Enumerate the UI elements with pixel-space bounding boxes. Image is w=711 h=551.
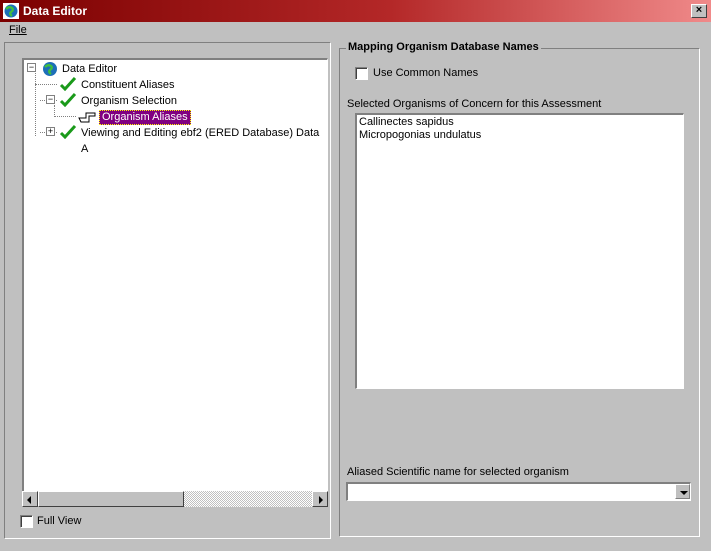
- checkmark-icon: [59, 77, 77, 91]
- combo-dropdown-button[interactable]: [675, 484, 690, 499]
- arrow-right-icon: [319, 496, 323, 504]
- tree-connector: [35, 84, 57, 85]
- mapping-group-title: Mapping Organism Database Names: [346, 41, 541, 53]
- menu-file[interactable]: File: [9, 24, 27, 36]
- pointing-hand-icon: [78, 112, 96, 123]
- list-item[interactable]: Callinectes sapidus: [359, 116, 681, 129]
- expand-viewing-editing-icon[interactable]: +: [46, 127, 55, 136]
- chevron-down-icon: [680, 491, 688, 495]
- left-panel: − Data Editor Constituent Aliases − Orga…: [4, 42, 331, 539]
- use-common-names-checkbox[interactable]: [355, 67, 368, 80]
- title-bar: Data Editor ×: [0, 0, 711, 22]
- tree-item-viewing-editing[interactable]: Viewing and Editing ebf2 (ERED Database)…: [81, 125, 327, 157]
- tree-connector: [35, 73, 36, 136]
- tree-root-label[interactable]: Data Editor: [62, 61, 117, 77]
- scroll-right-button[interactable]: [312, 491, 328, 507]
- list-item[interactable]: Micropogonias undulatus: [359, 129, 681, 142]
- window-title: Data Editor: [23, 4, 88, 18]
- close-icon: ×: [695, 4, 703, 16]
- tree-item-organism-aliases[interactable]: Organism Aliases: [99, 110, 191, 125]
- data-editor-globe-icon: [43, 62, 57, 76]
- full-view-label: Full View: [37, 515, 82, 527]
- tree-view[interactable]: − Data Editor Constituent Aliases − Orga…: [22, 58, 328, 507]
- checkmark-icon: [59, 93, 77, 107]
- selected-organisms-label: Selected Organisms of Concern for this A…: [347, 98, 602, 110]
- use-common-names-label: Use Common Names: [373, 67, 479, 79]
- arrow-left-icon: [27, 496, 31, 504]
- menu-bar: File: [0, 22, 711, 40]
- scroll-left-button[interactable]: [22, 491, 38, 507]
- aliased-name-combobox[interactable]: [346, 482, 691, 501]
- aliased-name-label: Aliased Scientific name for selected org…: [347, 466, 569, 478]
- close-button[interactable]: ×: [691, 4, 707, 18]
- selected-organisms-list[interactable]: Callinectes sapidus Micropogonias undula…: [355, 113, 684, 389]
- collapse-organism-selection-icon[interactable]: −: [46, 95, 55, 104]
- scroll-thumb[interactable]: [38, 491, 184, 507]
- app-globe-icon: [3, 3, 19, 19]
- tree-horizontal-scrollbar[interactable]: [22, 491, 328, 507]
- tree-item-constituent-aliases[interactable]: Constituent Aliases: [81, 77, 175, 93]
- full-view-checkbox[interactable]: [20, 515, 33, 528]
- tree-connector: [54, 116, 76, 117]
- checkmark-icon: [59, 125, 77, 139]
- collapse-root-icon[interactable]: −: [27, 63, 36, 72]
- tree-item-organism-selection[interactable]: Organism Selection: [81, 93, 177, 109]
